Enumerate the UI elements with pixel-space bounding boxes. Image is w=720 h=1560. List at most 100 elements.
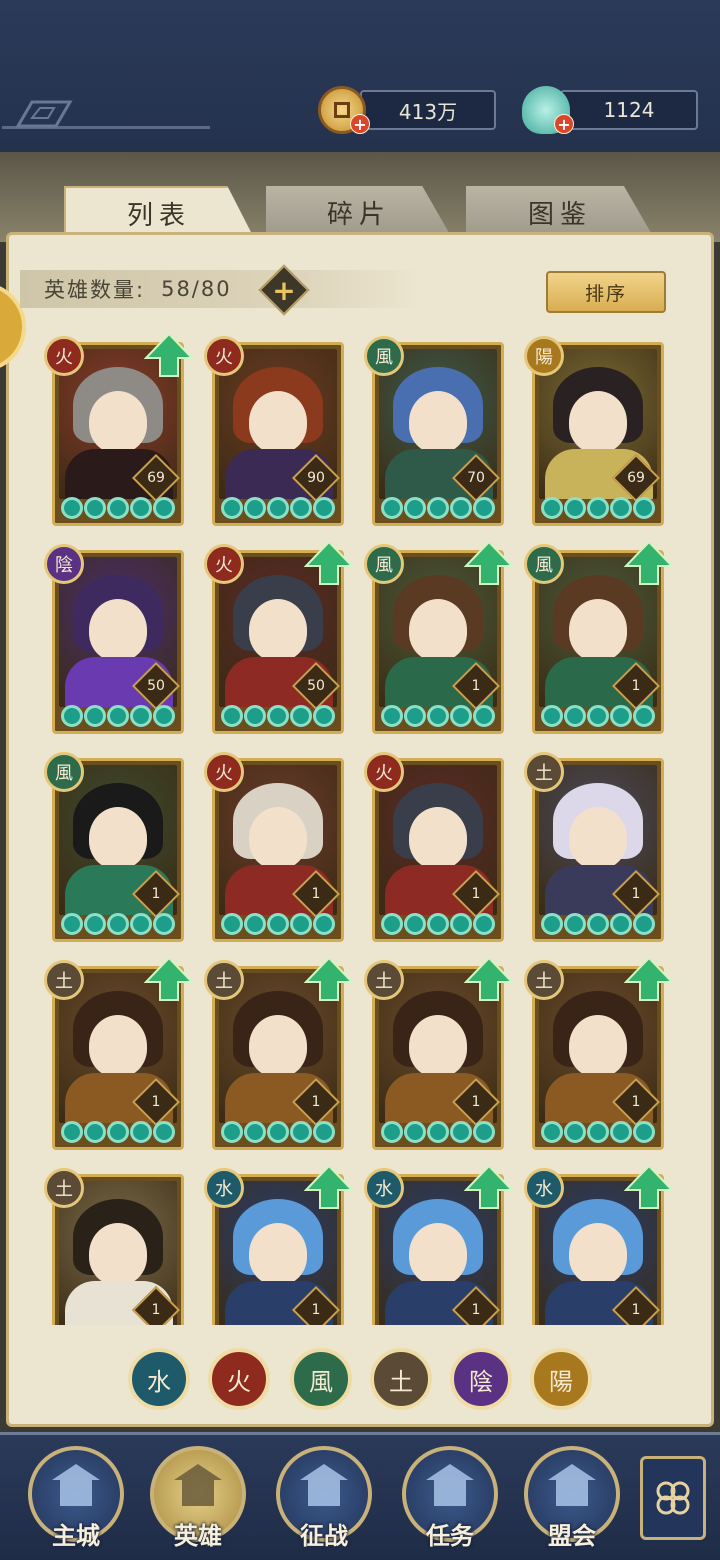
- star-icon: [244, 497, 266, 519]
- star-icon: [633, 497, 655, 519]
- star-icon: [427, 497, 449, 519]
- hero-level: 1: [631, 678, 641, 694]
- hero-count-bar: 英雄数量: 58/80: [20, 270, 420, 308]
- hero-level: 1: [471, 1302, 481, 1318]
- hero-face: [89, 807, 147, 869]
- star-icon: [244, 913, 266, 935]
- star-icon: [610, 497, 632, 519]
- palace-icon: [52, 1464, 100, 1506]
- star-icon: [564, 1121, 586, 1143]
- hero-level: 1: [151, 1094, 161, 1110]
- hero-level: 1: [631, 1094, 641, 1110]
- element-badge: 土: [524, 960, 564, 1000]
- hero-stars: [61, 913, 175, 935]
- star-icon: [541, 913, 563, 935]
- star-icon: [633, 1121, 655, 1143]
- upgrade-arrow-icon: [304, 1164, 354, 1209]
- star-icon: [221, 497, 243, 519]
- star-icon: [610, 1121, 632, 1143]
- tab-fragments-label: 碎片: [326, 199, 391, 230]
- nav-label: 英雄: [174, 1522, 222, 1550]
- element-filter-button[interactable]: 陽: [530, 1348, 592, 1410]
- hero-level: 69: [147, 470, 165, 486]
- star-icon: [633, 705, 655, 727]
- hero-level: 69: [627, 470, 645, 486]
- battle-icon: [300, 1464, 348, 1506]
- star-icon: [564, 913, 586, 935]
- element-filter-button[interactable]: 風: [290, 1348, 352, 1410]
- plus-icon: +: [272, 273, 296, 307]
- star-icon: [427, 705, 449, 727]
- star-icon: [610, 913, 632, 935]
- tab-codex[interactable]: 图鉴: [466, 186, 654, 238]
- star-icon: [541, 497, 563, 519]
- hero-level: 1: [631, 886, 641, 902]
- element-badge: 風: [364, 544, 404, 584]
- hero-count-label: 英雄数量:: [44, 278, 146, 302]
- nav-label: 任务: [426, 1522, 474, 1550]
- star-icon: [381, 497, 403, 519]
- hero-icon: [174, 1464, 222, 1506]
- element-badge: 陰: [44, 544, 84, 584]
- upgrade-arrow-icon: [304, 956, 354, 1001]
- hero-face: [249, 391, 307, 453]
- star-icon: [153, 705, 175, 727]
- star-icon: [130, 497, 152, 519]
- upgrade-arrow-icon: [144, 332, 194, 377]
- hero-face: [409, 807, 467, 869]
- hero-stars: [381, 1121, 495, 1143]
- star-icon: [153, 497, 175, 519]
- hero-stars: [381, 497, 495, 519]
- star-icon: [290, 1121, 312, 1143]
- hero-face: [569, 391, 627, 453]
- more-menu-button[interactable]: [640, 1456, 706, 1540]
- star-icon: [450, 497, 472, 519]
- star-icon: [84, 705, 106, 727]
- hero-face: [569, 599, 627, 661]
- hero-face: [249, 1015, 307, 1077]
- star-icon: [381, 1121, 403, 1143]
- tab-codex-label: 图鉴: [527, 199, 592, 230]
- element-filter-button[interactable]: 陰: [450, 1348, 512, 1410]
- tab-list[interactable]: 列表: [64, 186, 254, 238]
- upgrade-arrow-icon: [304, 540, 354, 585]
- hero-level: 1: [151, 886, 161, 902]
- tab-fragments[interactable]: 碎片: [266, 186, 452, 238]
- add-jade-button[interactable]: +: [554, 114, 574, 134]
- sort-button[interactable]: 排序: [546, 271, 666, 313]
- star-icon: [404, 497, 426, 519]
- star-icon: [473, 1121, 495, 1143]
- star-icon: [587, 497, 609, 519]
- star-icon: [610, 705, 632, 727]
- element-badge: 火: [44, 336, 84, 376]
- scroll-icon: [426, 1464, 474, 1506]
- element-filter-button[interactable]: 水: [128, 1348, 190, 1410]
- upgrade-arrow-icon: [464, 956, 514, 1001]
- element-filter-button[interactable]: 火: [208, 1348, 270, 1410]
- hero-face: [249, 807, 307, 869]
- hero-level: 1: [311, 886, 321, 902]
- hero-face: [569, 807, 627, 869]
- hero-level: 1: [311, 1094, 321, 1110]
- hero-stars: [541, 705, 655, 727]
- star-icon: [473, 497, 495, 519]
- upgrade-arrow-icon: [624, 540, 674, 585]
- star-icon: [244, 1121, 266, 1143]
- element-badge: 火: [204, 336, 244, 376]
- star-icon: [450, 705, 472, 727]
- star-icon: [404, 913, 426, 935]
- hero-face: [89, 391, 147, 453]
- element-filter-button[interactable]: 土: [370, 1348, 432, 1410]
- sort-button-label: 排序: [584, 282, 627, 305]
- hero-face: [409, 1223, 467, 1285]
- star-icon: [107, 913, 129, 935]
- hero-face: [89, 1015, 147, 1077]
- element-badge: 火: [204, 544, 244, 584]
- guild-icon: [548, 1464, 596, 1506]
- star-icon: [244, 705, 266, 727]
- upgrade-arrow-icon: [464, 540, 514, 585]
- star-icon: [381, 705, 403, 727]
- add-coins-button[interactable]: +: [350, 114, 370, 134]
- star-icon: [313, 705, 335, 727]
- star-icon: [404, 1121, 426, 1143]
